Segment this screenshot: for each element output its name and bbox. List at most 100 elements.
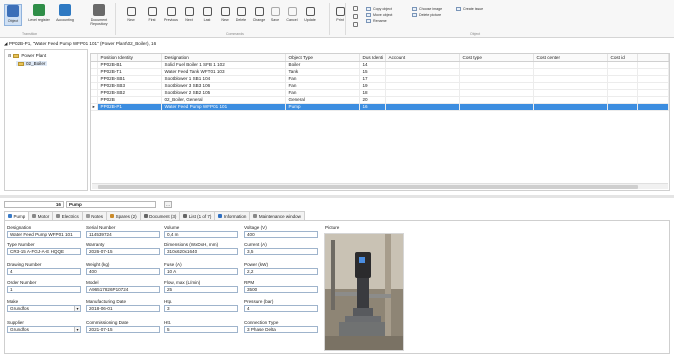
flow-field[interactable]: 25 [164, 286, 238, 293]
voltage-field[interactable]: 400 [244, 231, 318, 238]
field-value: 2018-06-01 [89, 306, 113, 311]
tree-node-power-plant[interactable]: ⊟ Power Plant [8, 53, 46, 58]
table-cell: 02_Boiler, General [161, 96, 286, 104]
htt-field[interactable]: 5 [164, 326, 238, 333]
table-row[interactable]: PP02B-SB3 Sootblower 3 SB3 106 Fan 19 [91, 82, 669, 90]
ribbon-new-button[interactable]: New [122, 4, 140, 22]
tab-spares[interactable]: Spares (2) [106, 211, 141, 220]
ribbon-cancel-button[interactable]: Cancel [283, 4, 301, 22]
expand-icon[interactable]: ⊟ [8, 53, 11, 58]
warranty-field[interactable]: 2026-07-15 [86, 248, 160, 255]
pressure-field[interactable]: 4 [244, 305, 318, 312]
manufacturing-date-field[interactable]: 2018-06-01 [86, 305, 160, 312]
table-cell: Sootblower 1 SB1 104 [161, 75, 286, 83]
horizontal-scrollbar[interactable] [92, 183, 668, 189]
htp-field[interactable]: 3 [164, 305, 238, 312]
volume-label: Volume [164, 225, 180, 230]
column-header[interactable]: Designation [161, 54, 286, 62]
column-header[interactable]: Account [385, 54, 460, 62]
tool-icon[interactable] [353, 14, 358, 19]
field-value: 310x620x1640 [167, 249, 198, 254]
rename-button[interactable]: Rename [366, 19, 387, 23]
column-header[interactable]: Cost id [607, 54, 639, 62]
ribbon-next-button[interactable]: Next [180, 4, 198, 22]
tool-icon[interactable] [353, 22, 358, 27]
tab-icon [56, 214, 61, 218]
rpm-field[interactable]: 3500 [244, 286, 318, 293]
table-row[interactable]: ▸ PP02B-P1 Water Feed Pump WFP01 101 Pump 16 [91, 103, 669, 111]
table-row[interactable]: PP02B-T1 Water Feed Tank WFT01 103 Tank 15 [91, 68, 669, 76]
tab-pump[interactable]: Pump [4, 211, 30, 220]
table-cell [533, 68, 608, 76]
ribbon-document-repository-button[interactable]: Document Repository [84, 4, 114, 26]
ribbon-separator [345, 3, 346, 35]
tab-notes[interactable]: Notes [81, 211, 108, 220]
create-issue-button[interactable]: Create issue [456, 7, 483, 11]
ribbon-previous-button[interactable]: Previous [161, 4, 181, 22]
chevron-down-icon[interactable]: ▾ [74, 306, 80, 311]
serial-number-field[interactable]: 114539724 [86, 231, 160, 238]
choose-image-button[interactable]: Choose image [412, 7, 442, 11]
ribbon-delete-button[interactable]: Delete [231, 4, 251, 22]
supplier-field[interactable]: Grundfos ▾ [7, 326, 81, 333]
table-cell: 18 [359, 89, 386, 97]
type-number-label: Type Number [7, 242, 35, 247]
drawing-number-field[interactable]: 4 [7, 268, 81, 275]
tab-motor[interactable]: Motor [28, 211, 54, 220]
move-object-button[interactable]: Move object [366, 13, 392, 17]
delete-picture-button[interactable]: Delete picture [412, 13, 441, 17]
tree-node-02-boiler[interactable]: 02_Boiler [16, 61, 48, 66]
scrollbar-thumb[interactable] [98, 185, 638, 189]
more-button[interactable]: ... [164, 200, 172, 208]
tab-maintenance-window[interactable]: Maintenance window [249, 211, 305, 220]
ribbon-update-button[interactable]: Update [300, 4, 320, 22]
tool-icon[interactable] [353, 6, 358, 11]
table-row[interactable]: PP02B 02_Boiler, General General 20 [91, 96, 669, 104]
column-header[interactable]: Position Identity [97, 54, 162, 62]
tab-list-of[interactable]: List (1 of 7) [179, 211, 216, 220]
tab-electrics[interactable]: Electrics [52, 211, 83, 220]
volume-field[interactable]: 0,4 m [164, 231, 238, 238]
connection-type-field[interactable]: 3 Phase Delta [244, 326, 318, 333]
fuse-field[interactable]: 10 A [164, 268, 238, 275]
column-header[interactable]: Dus Identi [359, 54, 386, 62]
order-number-field[interactable]: 1 [7, 286, 81, 293]
grid-header: Position Identity Designation Object Type D… [91, 54, 669, 62]
tab-information[interactable]: Information [214, 211, 251, 220]
table-row[interactable]: PP02B-B1 Solid Fuel Boiler 1 SFB 1 102 Boi… [91, 61, 669, 69]
chevron-down-icon[interactable]: ▾ [74, 327, 80, 332]
power-label: Power (kW) [244, 262, 268, 267]
power-field[interactable]: 2,2 [244, 268, 318, 275]
ribbon-last-button[interactable]: Last [198, 4, 216, 22]
table-row[interactable]: PP02B-SB1 Sootblower 1 SB1 104 Fan 17 [91, 75, 669, 83]
weight-field[interactable]: 400 [86, 268, 160, 275]
ribbon-button-label: Accounting [56, 18, 74, 22]
column-header[interactable]: Object Type [285, 54, 360, 62]
designation-field[interactable]: Water Feed Pump WFP01 101 [7, 231, 81, 238]
dimensions-field[interactable]: 310x620x1640 [164, 248, 238, 255]
ribbon-save-button[interactable]: Save [266, 4, 284, 22]
type-number-field[interactable]: CR3-15 A-FGJ-A-E HQQE [7, 248, 81, 255]
object-tree[interactable]: ⊟ Power Plant 02_Boiler [4, 49, 88, 191]
copy-object-button[interactable]: Copy object [366, 7, 392, 11]
current-field[interactable]: 3,5 [244, 248, 318, 255]
object-grid[interactable]: Position Identity Designation Object Type D… [90, 53, 670, 191]
column-header[interactable]: Cost center [533, 54, 608, 62]
ribbon-level-register-button[interactable]: Level register [27, 4, 51, 22]
ribbon-first-button[interactable]: First [143, 4, 161, 22]
ribbon-print-button[interactable]: Print [331, 4, 349, 22]
ribbon-accounting-button[interactable]: Accounting [52, 4, 78, 22]
record-id-bar: 16 Pump ... [4, 200, 172, 208]
commissioning-date-field[interactable]: 2021-07-15 [86, 326, 160, 333]
panel-splitter[interactable] [0, 195, 674, 198]
manufacturing-date-label: Manufacturing Date [86, 299, 127, 304]
table-cell [459, 82, 534, 90]
column-header[interactable]: Cost type [459, 54, 534, 62]
model-field[interactable]: A96517826P10724 [86, 286, 160, 293]
tree-node-label: Power Plant [21, 53, 47, 58]
table-cell-filler [637, 68, 669, 76]
ribbon-object-button[interactable]: Object [4, 4, 22, 26]
make-field[interactable]: Grundfos ▾ [7, 305, 81, 312]
tab-document[interactable]: Document (3) [139, 211, 181, 220]
table-row[interactable]: PP02B-SB2 Sootblower 2 SB2 105 Fan 18 [91, 89, 669, 97]
